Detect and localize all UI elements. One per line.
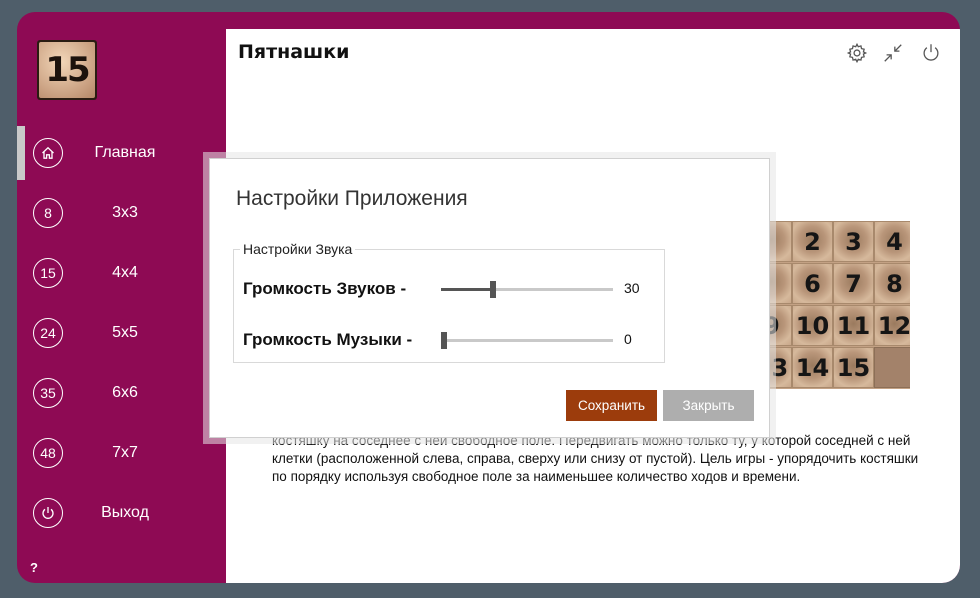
tile[interactable]: 11	[833, 305, 874, 346]
badge-15: 15	[33, 258, 63, 288]
game-description: костяшку на соседнее с ней свободное пол…	[272, 433, 919, 484]
badge-8: 8	[33, 198, 63, 228]
sidebar-item-label: 3x3	[112, 204, 138, 221]
music-volume-value: 0	[624, 331, 632, 347]
sidebar-item-4x4[interactable]: 15 4x4	[17, 243, 226, 303]
tile[interactable]: 12	[874, 305, 910, 346]
sidebar-item-label: Главная	[94, 144, 156, 161]
sidebar-nav: Главная 8 3x3 15 4x4 24 5x5 35 6x6 48 7x…	[17, 123, 226, 543]
sidebar-item-5x5[interactable]: 24 5x5	[17, 303, 226, 363]
help-button[interactable]: ?	[30, 560, 38, 575]
sidebar-item-home[interactable]: Главная	[17, 123, 226, 183]
sidebar-item-6x6[interactable]: 35 6x6	[17, 363, 226, 423]
music-volume-row: Громкость Музыки - 0	[243, 325, 663, 355]
sound-volume-row: Громкость Звуков - 30	[243, 274, 663, 304]
compress-icon[interactable]	[882, 42, 904, 64]
sound-volume-fill	[441, 288, 493, 291]
sidebar-item-label: 5x5	[112, 324, 138, 341]
sidebar-item-label: 6x6	[112, 384, 138, 401]
game-board: 2 3 4 6 7 8 9 10 11 12 13 14 15	[760, 221, 910, 389]
sound-volume-slider[interactable]	[441, 281, 613, 298]
gear-icon[interactable]	[846, 42, 868, 64]
badge-35: 35	[33, 378, 63, 408]
music-volume-label: Громкость Музыки -	[243, 330, 413, 349]
sidebar-item-label: Выход	[101, 504, 149, 521]
app-logo: 15	[37, 40, 97, 100]
tile[interactable]: 4	[874, 221, 910, 262]
tile[interactable]: 14	[792, 347, 833, 388]
sound-volume-label: Громкость Звуков -	[243, 279, 407, 298]
power-icon[interactable]	[920, 42, 942, 64]
music-volume-slider[interactable]	[441, 332, 613, 349]
tile[interactable]: 15	[833, 347, 874, 388]
save-button[interactable]: Сохранить	[566, 390, 657, 421]
badge-48: 48	[33, 438, 63, 468]
sound-volume-value: 30	[624, 280, 640, 296]
home-icon	[33, 138, 63, 168]
tile[interactable]: 6	[792, 263, 833, 304]
music-volume-thumb[interactable]	[441, 332, 447, 349]
sound-settings-group: Настройки Звука Громкость Звуков - 30 Гр…	[233, 241, 665, 363]
tile[interactable]: 10	[792, 305, 833, 346]
page-title: Пятнашки	[238, 41, 350, 63]
sidebar-item-label: 7x7	[112, 444, 138, 461]
sidebar-item-label: 4x4	[112, 264, 138, 281]
tile[interactable]: 3	[833, 221, 874, 262]
tile[interactable]: 8	[874, 263, 910, 304]
sidebar-item-3x3[interactable]: 8 3x3	[17, 183, 226, 243]
tile[interactable]: 2	[792, 221, 833, 262]
sidebar-item-exit[interactable]: Выход	[17, 483, 226, 543]
badge-24: 24	[33, 318, 63, 348]
tile[interactable]: 7	[833, 263, 874, 304]
settings-dialog: Настройки Приложения Настройки Звука Гро…	[209, 158, 770, 438]
logo-text: 15	[39, 42, 95, 98]
dialog-title: Настройки Приложения	[236, 187, 468, 210]
empty-tile	[874, 347, 910, 388]
close-button[interactable]: Закрыть	[663, 390, 754, 421]
sound-volume-thumb[interactable]	[489, 281, 496, 298]
power-icon	[33, 498, 63, 528]
sidebar: 15 Главная 8 3x3 15 4x4 24 5x5 35 6x6 48…	[17, 12, 226, 583]
sidebar-item-7x7[interactable]: 48 7x7	[17, 423, 226, 483]
group-title: Настройки Звука	[240, 241, 356, 257]
